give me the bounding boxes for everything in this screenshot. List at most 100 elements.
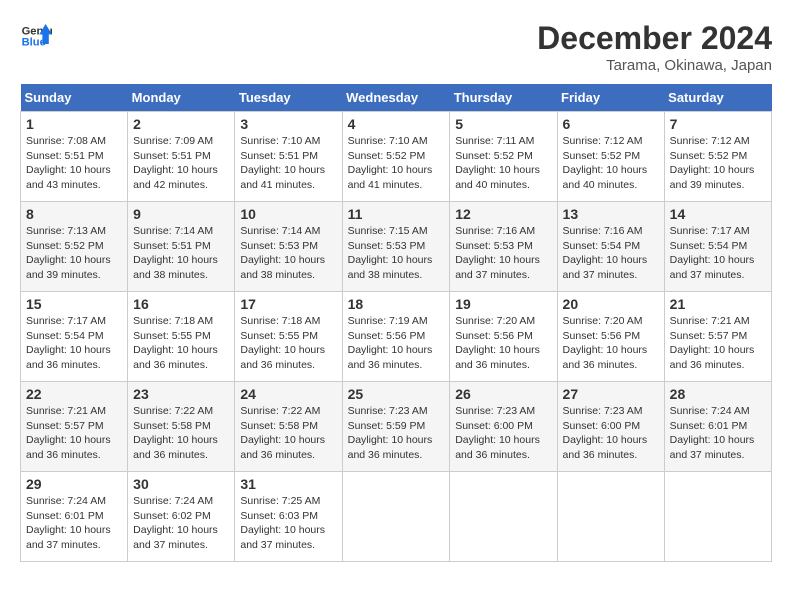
- calendar-week-row: 8 Sunrise: 7:13 AMSunset: 5:52 PMDaylight…: [21, 202, 772, 292]
- col-friday: Friday: [557, 84, 664, 112]
- calendar-cell: 30 Sunrise: 7:24 AMSunset: 6:02 PMDayligh…: [128, 472, 235, 562]
- calendar-cell: 1 Sunrise: 7:08 AMSunset: 5:51 PMDaylight…: [21, 112, 128, 202]
- day-info: Sunrise: 7:25 AMSunset: 6:03 PMDaylight:…: [240, 494, 336, 553]
- calendar-cell: [664, 472, 771, 562]
- day-number: 14: [670, 206, 766, 222]
- day-number: 23: [133, 386, 229, 402]
- calendar-cell: 21 Sunrise: 7:21 AMSunset: 5:57 PMDayligh…: [664, 292, 771, 382]
- day-info: Sunrise: 7:13 AMSunset: 5:52 PMDaylight:…: [26, 224, 122, 283]
- day-info: Sunrise: 7:14 AMSunset: 5:53 PMDaylight:…: [240, 224, 336, 283]
- day-info: Sunrise: 7:23 AMSunset: 6:00 PMDaylight:…: [455, 404, 551, 463]
- day-info: Sunrise: 7:10 AMSunset: 5:52 PMDaylight:…: [348, 134, 445, 193]
- title-block: December 2024 Tarama, Okinawa, Japan: [537, 20, 772, 74]
- calendar-cell: 10 Sunrise: 7:14 AMSunset: 5:53 PMDayligh…: [235, 202, 342, 292]
- day-number: 15: [26, 296, 122, 312]
- day-number: 19: [455, 296, 551, 312]
- day-number: 6: [563, 116, 659, 132]
- col-thursday: Thursday: [450, 84, 557, 112]
- day-number: 28: [670, 386, 766, 402]
- day-info: Sunrise: 7:08 AMSunset: 5:51 PMDaylight:…: [26, 134, 122, 193]
- day-number: 1: [26, 116, 122, 132]
- day-number: 31: [240, 476, 336, 492]
- day-number: 3: [240, 116, 336, 132]
- logo-icon: General Blue: [20, 20, 52, 52]
- calendar-cell: 29 Sunrise: 7:24 AMSunset: 6:01 PMDayligh…: [21, 472, 128, 562]
- calendar-cell: 20Sunrise: 7:20 AMSunset: 5:56 PMDayligh…: [557, 292, 664, 382]
- calendar-cell: 31 Sunrise: 7:25 AMSunset: 6:03 PMDayligh…: [235, 472, 342, 562]
- day-info: Sunrise: 7:10 AMSunset: 5:51 PMDaylight:…: [240, 134, 336, 193]
- col-saturday: Saturday: [664, 84, 771, 112]
- day-info: Sunrise: 7:17 AMSunset: 5:54 PMDaylight:…: [26, 314, 122, 373]
- calendar-cell: 2 Sunrise: 7:09 AMSunset: 5:51 PMDaylight…: [128, 112, 235, 202]
- day-info: Sunrise: 7:18 AMSunset: 5:55 PMDaylight:…: [240, 314, 336, 373]
- day-info: Sunrise: 7:21 AMSunset: 5:57 PMDaylight:…: [26, 404, 122, 463]
- day-number: 29: [26, 476, 122, 492]
- day-info: Sunrise: 7:23 AMSunset: 5:59 PMDaylight:…: [348, 404, 445, 463]
- day-number: 11: [348, 206, 445, 222]
- day-number: 12: [455, 206, 551, 222]
- day-number: 16: [133, 296, 229, 312]
- day-info: Sunrise: 7:19 AMSunset: 5:56 PMDaylight:…: [348, 314, 445, 373]
- day-number: 25: [348, 386, 445, 402]
- calendar-week-row: 15 Sunrise: 7:17 AMSunset: 5:54 PMDayligh…: [21, 292, 772, 382]
- calendar-cell: 6Sunrise: 7:12 AMSunset: 5:52 PMDaylight…: [557, 112, 664, 202]
- col-tuesday: Tuesday: [235, 84, 342, 112]
- day-number: 8: [26, 206, 122, 222]
- month-title: December 2024: [537, 20, 772, 57]
- day-info: Sunrise: 7:24 AMSunset: 6:01 PMDaylight:…: [26, 494, 122, 553]
- day-info: Sunrise: 7:14 AMSunset: 5:51 PMDaylight:…: [133, 224, 229, 283]
- calendar-cell: 23 Sunrise: 7:22 AMSunset: 5:58 PMDayligh…: [128, 382, 235, 472]
- day-number: 30: [133, 476, 229, 492]
- day-number: 27: [563, 386, 659, 402]
- svg-text:Blue: Blue: [22, 37, 46, 49]
- calendar-cell: 18 Sunrise: 7:19 AMSunset: 5:56 PMDayligh…: [342, 292, 450, 382]
- col-wednesday: Wednesday: [342, 84, 450, 112]
- calendar-cell: 27 Sunrise: 7:23 AMSunset: 6:00 PMDayligh…: [557, 382, 664, 472]
- day-info: Sunrise: 7:22 AMSunset: 5:58 PMDaylight:…: [133, 404, 229, 463]
- day-info: Sunrise: 7:24 AMSunset: 6:01 PMDaylight:…: [670, 404, 766, 463]
- calendar-cell: [450, 472, 557, 562]
- calendar-cell: 7Sunrise: 7:12 AMSunset: 5:52 PMDaylight…: [664, 112, 771, 202]
- day-info: Sunrise: 7:20 AMSunset: 5:56 PMDaylight:…: [563, 314, 659, 373]
- calendar-cell: 26Sunrise: 7:23 AMSunset: 6:00 PMDayligh…: [450, 382, 557, 472]
- day-number: 5: [455, 116, 551, 132]
- day-number: 4: [348, 116, 445, 132]
- calendar-cell: 19 Sunrise: 7:20 AMSunset: 5:56 PMDayligh…: [450, 292, 557, 382]
- day-info: Sunrise: 7:09 AMSunset: 5:51 PMDaylight:…: [133, 134, 229, 193]
- day-info: Sunrise: 7:22 AMSunset: 5:58 PMDaylight:…: [240, 404, 336, 463]
- day-info: Sunrise: 7:17 AMSunset: 5:54 PMDaylight:…: [670, 224, 766, 283]
- col-monday: Monday: [128, 84, 235, 112]
- calendar-cell: 5 Sunrise: 7:11 AMSunset: 5:52 PMDaylight…: [450, 112, 557, 202]
- calendar-cell: 8 Sunrise: 7:13 AMSunset: 5:52 PMDaylight…: [21, 202, 128, 292]
- location-subtitle: Tarama, Okinawa, Japan: [537, 57, 772, 74]
- calendar-cell: 4 Sunrise: 7:10 AMSunset: 5:52 PMDaylight…: [342, 112, 450, 202]
- day-number: 10: [240, 206, 336, 222]
- calendar-cell: 11 Sunrise: 7:15 AMSunset: 5:53 PMDayligh…: [342, 202, 450, 292]
- calendar-cell: 25 Sunrise: 7:23 AMSunset: 5:59 PMDayligh…: [342, 382, 450, 472]
- day-info: Sunrise: 7:20 AMSunset: 5:56 PMDaylight:…: [455, 314, 551, 373]
- calendar-cell: 28 Sunrise: 7:24 AMSunset: 6:01 PMDayligh…: [664, 382, 771, 472]
- calendar-cell: [557, 472, 664, 562]
- day-info: Sunrise: 7:24 AMSunset: 6:02 PMDaylight:…: [133, 494, 229, 553]
- calendar-cell: 24 Sunrise: 7:22 AMSunset: 5:58 PMDayligh…: [235, 382, 342, 472]
- calendar-cell: 13 Sunrise: 7:16 AMSunset: 5:54 PMDayligh…: [557, 202, 664, 292]
- day-info: Sunrise: 7:23 AMSunset: 6:00 PMDaylight:…: [563, 404, 659, 463]
- day-info: Sunrise: 7:16 AMSunset: 5:54 PMDaylight:…: [563, 224, 659, 283]
- day-number: 9: [133, 206, 229, 222]
- calendar-cell: 14 Sunrise: 7:17 AMSunset: 5:54 PMDayligh…: [664, 202, 771, 292]
- day-info: Sunrise: 7:21 AMSunset: 5:57 PMDaylight:…: [670, 314, 766, 373]
- day-number: 13: [563, 206, 659, 222]
- day-number: 24: [240, 386, 336, 402]
- day-number: 21: [670, 296, 766, 312]
- day-number: 18: [348, 296, 445, 312]
- calendar-week-row: 1 Sunrise: 7:08 AMSunset: 5:51 PMDaylight…: [21, 112, 772, 202]
- day-number: 2: [133, 116, 229, 132]
- calendar-week-row: 22 Sunrise: 7:21 AMSunset: 5:57 PMDayligh…: [21, 382, 772, 472]
- page-header: General Blue December 2024 Tarama, Okina…: [20, 20, 772, 74]
- day-info: Sunrise: 7:11 AMSunset: 5:52 PMDaylight:…: [455, 134, 551, 193]
- day-number: 22: [26, 386, 122, 402]
- calendar-cell: 12Sunrise: 7:16 AMSunset: 5:53 PMDayligh…: [450, 202, 557, 292]
- calendar-header-row: Sunday Monday Tuesday Wednesday Thursday…: [21, 84, 772, 112]
- day-info: Sunrise: 7:15 AMSunset: 5:53 PMDaylight:…: [348, 224, 445, 283]
- calendar-cell: 15 Sunrise: 7:17 AMSunset: 5:54 PMDayligh…: [21, 292, 128, 382]
